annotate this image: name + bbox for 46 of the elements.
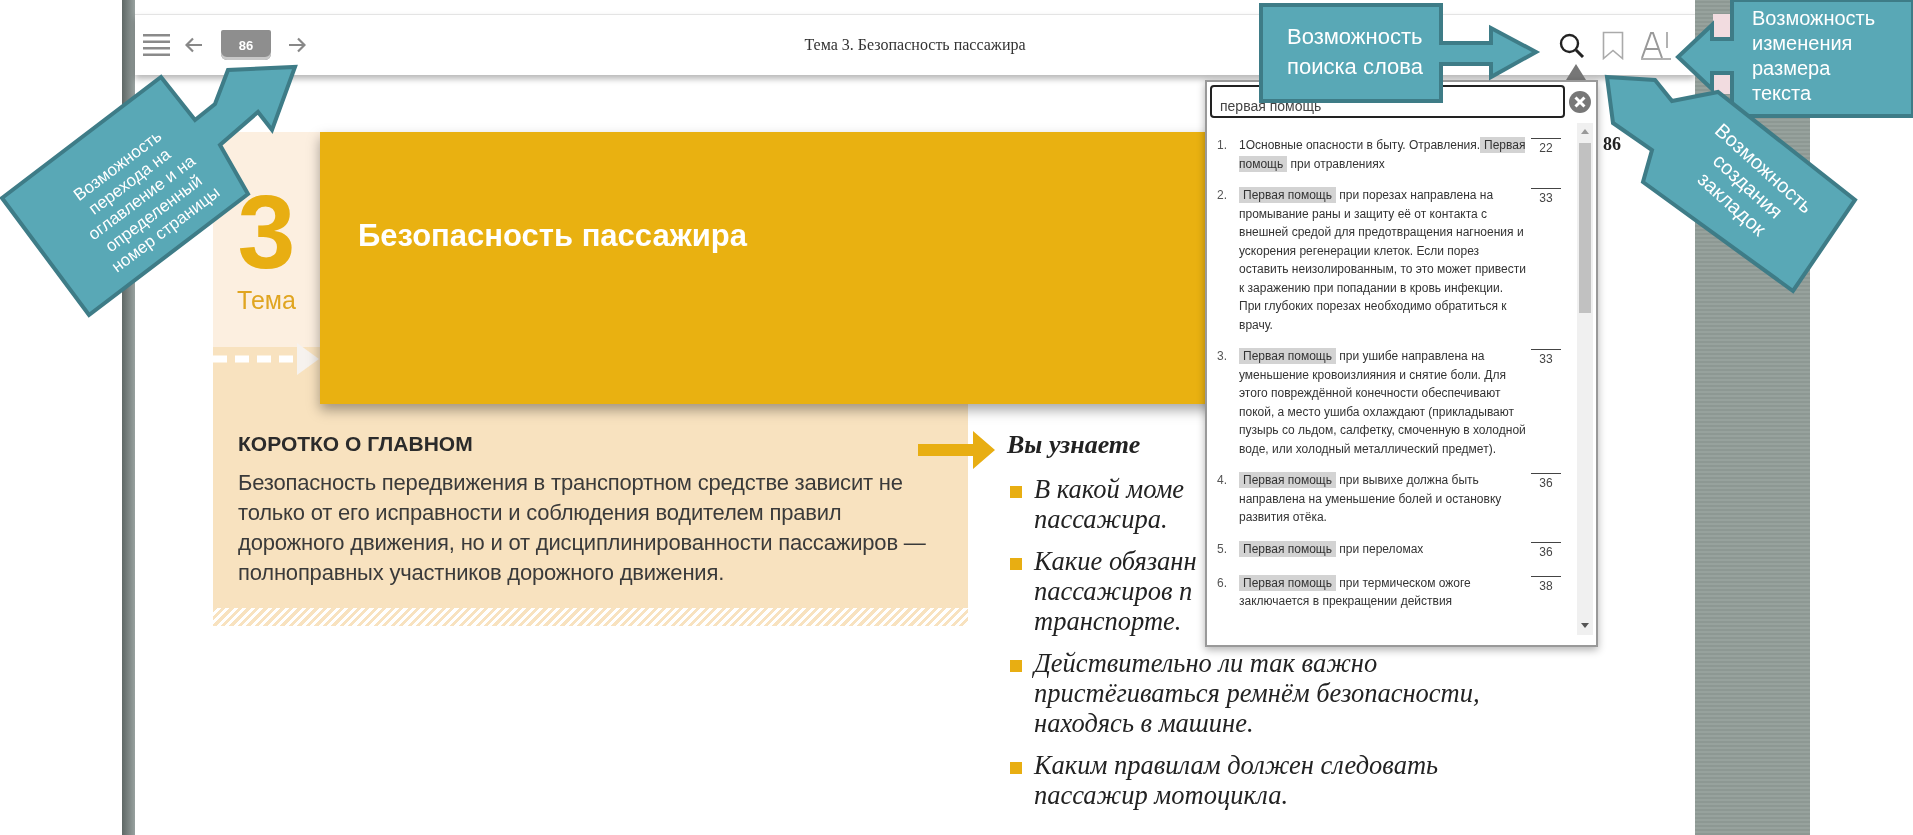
book-title: Тема 3. Безопасность пассажира (804, 36, 1026, 54)
result-page[interactable]: 36 (1531, 473, 1561, 492)
result-page[interactable]: 33 (1531, 188, 1561, 207)
result-page[interactable]: 38 (1531, 575, 1561, 595)
learn-item: Каким правилам должен следовать пассажир мотоцикла. (1034, 750, 1439, 810)
learn-heading: Вы узнаете (1007, 430, 1141, 460)
result-page[interactable]: 36 (1531, 541, 1561, 561)
page-number: 86 (1603, 134, 1621, 155)
learn-item: В какой моме пассажира. (1034, 474, 1185, 534)
result-text[interactable]: Первая помощь при термическом ожоге заключается в прекращении действия (1239, 573, 1527, 611)
callout-text: Возможность поиска слова (1287, 23, 1424, 81)
result-page[interactable]: 33 (1531, 349, 1561, 368)
menu-icon[interactable] (143, 33, 170, 57)
callout-text: Возможность изменения размера текста (1752, 6, 1877, 106)
dashed-arrow-icon (213, 341, 320, 377)
font-size-icon[interactable] (1640, 29, 1673, 61)
arrow-icon (918, 431, 995, 469)
result-text[interactable]: 1Основные опасности в быту. Отравления. Первая помощь при отравлениях (1239, 136, 1527, 173)
result-number: 6. (1217, 574, 1228, 592)
result-page[interactable]: 22 (1531, 138, 1561, 157)
result-number: 2. (1217, 187, 1228, 204)
learn-item: Действительно ли так важно пристёгиваться ремнём безопасности, находясь в машине. (1034, 648, 1480, 738)
chapter-label: Тема (237, 286, 296, 315)
result-text[interactable]: Первая помощь при вывихе должна быть направлена на уменьшение болей и остановку развития отёка. (1239, 471, 1527, 527)
bullet-icon (1010, 660, 1022, 672)
chapter-title: Безопасность пассажира (358, 218, 749, 254)
bullet-icon (1010, 558, 1022, 570)
result-number: 4. (1217, 472, 1228, 489)
result-text[interactable]: Первая помощь при порезах направлена на промывание раны и защиту её от контакта с внешней средой для предотвращения нагноения и ускорения регенерации клеток. Если порез оставить неизолированным, то это может привести к заражению при попадании в кровь инфекции. При глубоких порезах необходимо обратиться к врачу. (1239, 186, 1527, 334)
summary-text: Безопасность передвижения в транспортном средстве зависит не только от его исправности и соблюдения водителем правил дорожного движения, но и от дисциплинированности пассажиров — полноправных участников дорожного движения. (238, 469, 927, 587)
result-text[interactable]: Первая помощь при ушибе направлена на уменьшение кровоизлияния и снятие боли. Для этого повреждённой конечности обеспечивают покой, а место ушиба охлаждают (прикладывают пузырь со льдом, салфетку, смоченную в холодной воде, или холодный металлический предмет). (1239, 347, 1527, 458)
scrollbar[interactable] (1577, 123, 1593, 635)
learn-item: Какие обязанн пассажиров п транспорте. (1034, 546, 1197, 636)
bullet-icon (1010, 762, 1022, 774)
result-text[interactable]: Первая помощь при переломах (1239, 539, 1527, 561)
forward-arrow-icon[interactable] (288, 37, 306, 53)
bullet-icon (1010, 486, 1022, 498)
back-arrow-icon[interactable] (185, 37, 203, 53)
result-number: 3. (1217, 348, 1228, 365)
search-icon[interactable] (1559, 32, 1585, 58)
result-number: 1. (1217, 137, 1228, 154)
result-number: 5. (1217, 540, 1228, 558)
clear-icon[interactable] (1568, 89, 1592, 114)
summary-heading: КОРОТКО О ГЛАВНОМ (238, 432, 474, 456)
bookmark-icon[interactable] (1602, 30, 1624, 60)
chapter-number: 3 (237, 180, 296, 284)
